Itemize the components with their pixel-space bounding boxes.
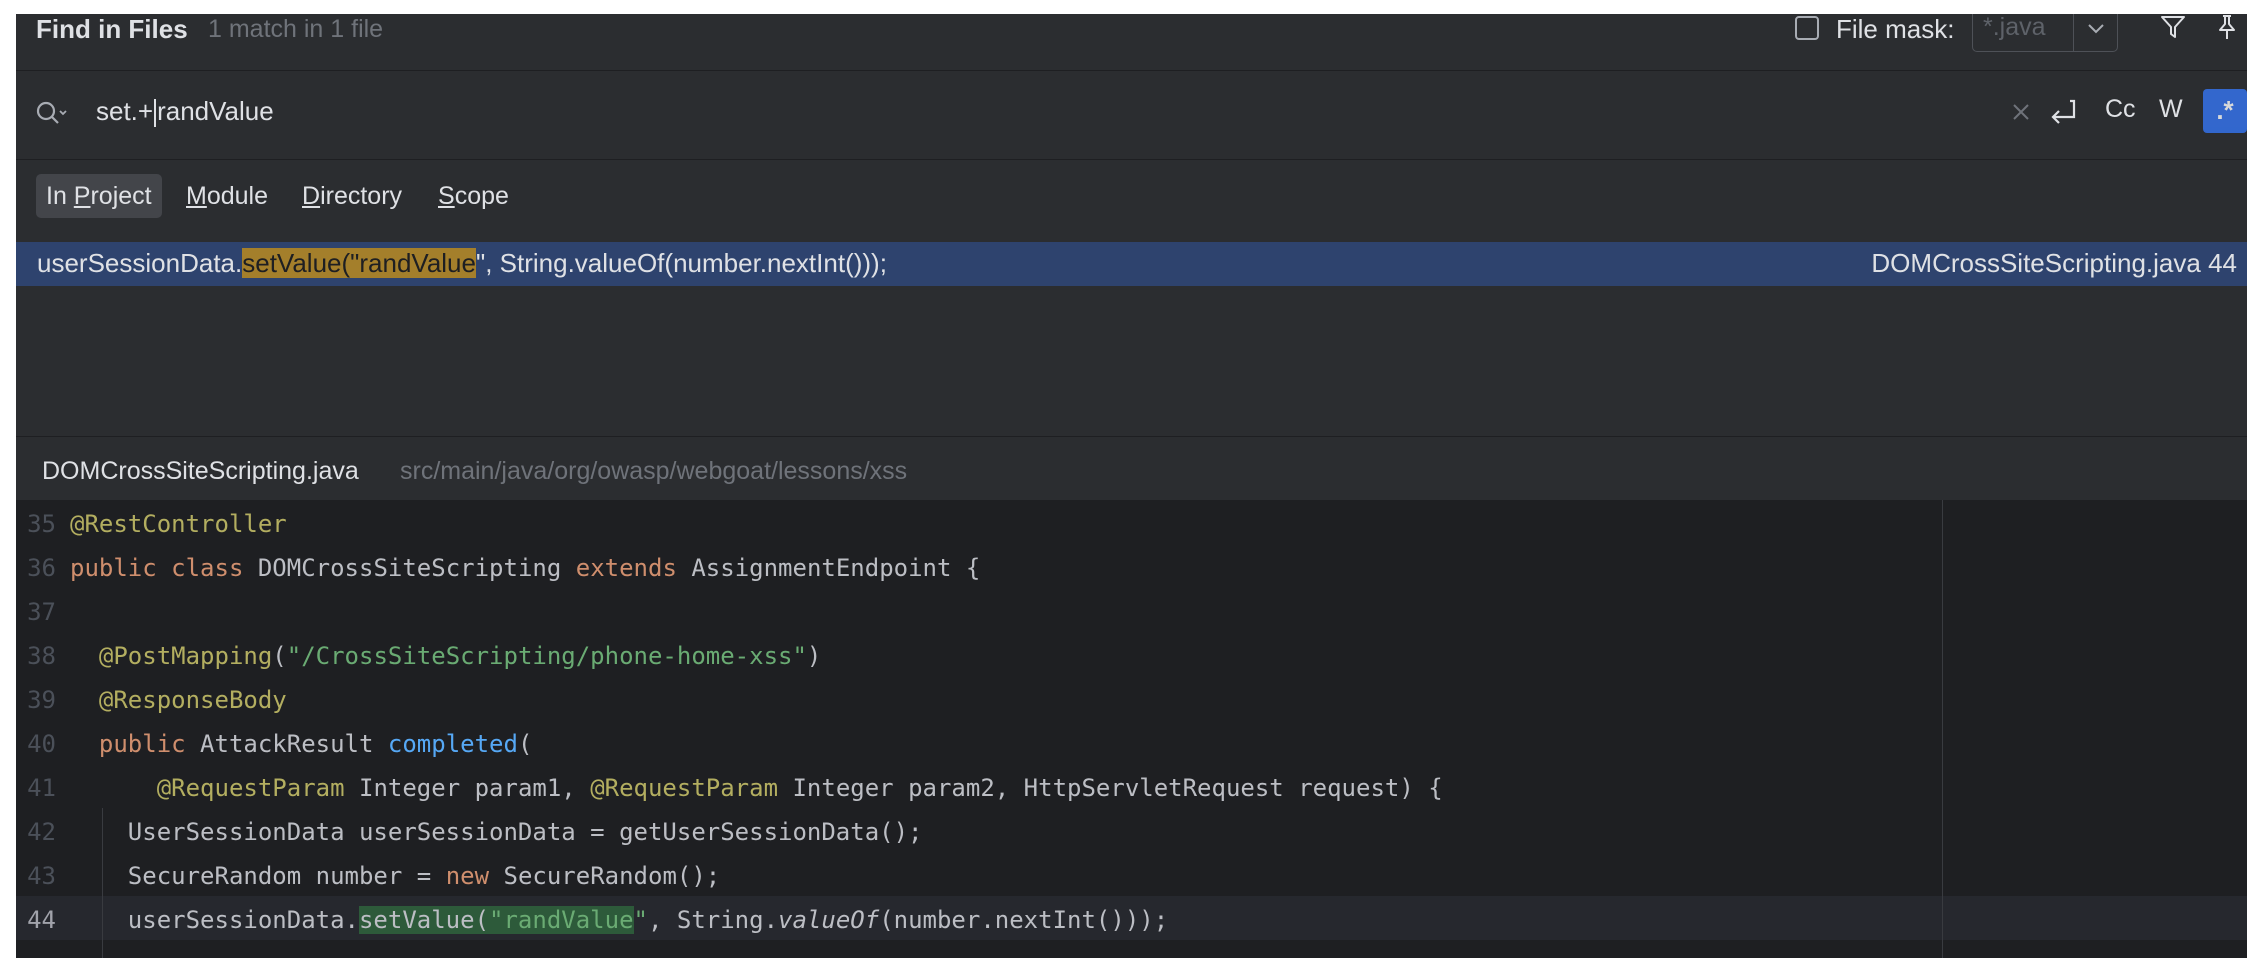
result-match-highlight: setValue("randValue bbox=[242, 248, 476, 278]
chevron-down-icon[interactable] bbox=[2083, 15, 2109, 41]
regex-button[interactable]: .* bbox=[2203, 89, 2247, 133]
line-number: 44 bbox=[27, 906, 56, 934]
search-history-icon[interactable] bbox=[34, 99, 70, 129]
pin-icon[interactable] bbox=[2212, 14, 2242, 42]
tab-directory[interactable]: Directory bbox=[292, 174, 412, 218]
code-line: @ResponseBody bbox=[98, 686, 287, 714]
search-row: set.+ randValue Cc W .* bbox=[16, 70, 2247, 160]
match-case-button[interactable]: Cc bbox=[2105, 95, 2136, 124]
line-number: 42 bbox=[27, 818, 56, 846]
filter-icon[interactable] bbox=[2158, 14, 2188, 42]
code-line: SecureRandom number = new SecureRandom()… bbox=[70, 862, 721, 890]
file-mask-label: File mask: bbox=[1836, 14, 1955, 44]
new-line-icon[interactable] bbox=[2046, 95, 2080, 129]
code-line: public AttackResult completed( bbox=[98, 730, 533, 758]
words-button[interactable]: W bbox=[2159, 95, 2183, 124]
preview-file-name: DOMCrossSiteScripting.java bbox=[42, 457, 359, 485]
right-margin-guide bbox=[1942, 500, 1943, 958]
preview-file-path: src/main/java/org/owasp/webgoat/lessons/… bbox=[400, 457, 908, 485]
code-line: @RestController bbox=[70, 510, 287, 538]
line-number: 41 bbox=[27, 774, 56, 802]
clear-icon[interactable] bbox=[2010, 101, 2032, 123]
text-caret bbox=[154, 99, 157, 128]
search-input[interactable]: set.+ randValue bbox=[96, 96, 274, 128]
find-header: Find in Files 1 match in 1 file File mas… bbox=[16, 14, 2247, 70]
result-prefix: userSessionData. bbox=[37, 248, 243, 278]
result-row[interactable]: userSessionData.setValue("randValue", St… bbox=[16, 242, 2247, 286]
preview-header: DOMCrossSiteScripting.java src/main/java… bbox=[16, 436, 2247, 500]
match-count: 1 match in 1 file bbox=[208, 15, 384, 43]
code-line: @RequestParam Integer param1, @RequestPa… bbox=[156, 774, 1443, 802]
file-mask-separator bbox=[2073, 14, 2074, 51]
tab-scope[interactable]: Scope bbox=[428, 174, 519, 218]
tab-module[interactable]: Module bbox=[176, 174, 278, 218]
line-number: 35 bbox=[27, 510, 56, 538]
result-line-number: 44 bbox=[2208, 248, 2237, 278]
result-location: DOMCrossSiteScripting.java 44 bbox=[1871, 248, 2237, 279]
code-preview[interactable]: 35 @RestController 36 public class DOMCross… bbox=[16, 500, 2247, 958]
line-number: 36 bbox=[27, 554, 56, 582]
line-number: 43 bbox=[27, 862, 56, 890]
file-mask-value[interactable]: *.java bbox=[1983, 14, 2046, 42]
line-number: 38 bbox=[27, 642, 56, 670]
file-mask-checkbox[interactable] bbox=[1795, 16, 1819, 40]
result-code: userSessionData.setValue("randValue", St… bbox=[37, 248, 887, 279]
code-line: userSessionData.setValue("randValue", St… bbox=[70, 906, 1169, 934]
line-number: 40 bbox=[27, 730, 56, 758]
query-text-after-caret: randValue bbox=[157, 96, 274, 126]
find-in-files-window: Find in Files 1 match in 1 file File mas… bbox=[16, 14, 2247, 958]
code-line: @PostMapping("/CrossSiteScripting/phone-… bbox=[98, 642, 822, 670]
line-number: 39 bbox=[27, 686, 56, 714]
result-suffix: ", String.valueOf(number.nextInt())); bbox=[475, 248, 887, 278]
code-line: UserSessionData userSessionData = getUse… bbox=[70, 818, 923, 846]
result-file-name: DOMCrossSiteScripting.java bbox=[1871, 248, 2201, 278]
code-line: public class DOMCrossSiteScripting exten… bbox=[70, 554, 981, 582]
line-number: 37 bbox=[27, 598, 56, 626]
window-title: Find in Files bbox=[36, 14, 188, 44]
results-list: userSessionData.setValue("randValue", St… bbox=[16, 240, 2247, 436]
scope-tabs: In Project Module Directory Scope bbox=[16, 160, 2247, 240]
query-text-before-caret: set.+ bbox=[96, 96, 154, 126]
tab-in-project[interactable]: In Project bbox=[36, 174, 162, 218]
file-mask-combobox[interactable]: *.java bbox=[1972, 14, 2118, 52]
